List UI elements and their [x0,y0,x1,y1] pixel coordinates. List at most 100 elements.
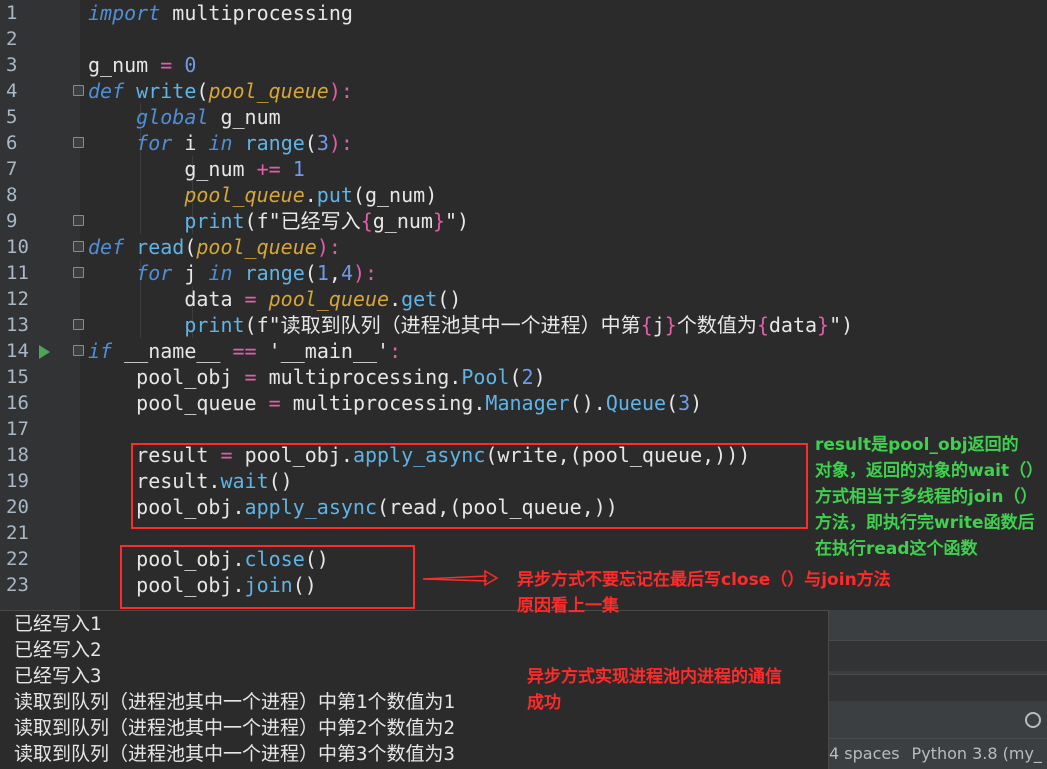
method: Queue [605,391,667,415]
punct: . [304,183,317,207]
line-number: 6 [6,132,18,154]
punct: ( [184,235,197,259]
punct: { [756,313,769,337]
punct: . [449,365,462,389]
annotation-note: 原因看上一集 [517,596,619,616]
punct: } [432,209,445,233]
line-number: 22 [6,548,29,570]
punct: . [389,287,402,311]
annotation-line: 方法，即执行完write函数后 [815,513,1035,533]
punct: ( [244,313,257,337]
console-line: 读取到队列（进程池其中一个进程）中第2个数值为2 [14,717,455,739]
code-line: g_num += 1 [88,156,305,182]
string: 个数值为 [676,313,757,337]
line-number: 13 [6,314,29,336]
keyword: in [208,131,233,155]
annotation-line: 方式相当于多线程的join（） [815,487,1038,507]
console-line: 读取到队列（进程池其中一个进程）中第3个数值为3 [14,743,455,765]
fold-icon[interactable] [73,85,84,96]
builtin: print [184,313,245,337]
operator: = [244,287,257,311]
line-number: 18 [6,444,29,466]
console-line: 已经写入3 [14,665,102,687]
fold-icon[interactable] [73,215,84,226]
parameter: pool_queue [184,183,305,207]
string: ") [829,313,854,337]
code-line: for i in range(3): [88,130,353,156]
interpreter-indicator[interactable]: Python 3.8 (my_ [912,744,1042,763]
keyword: for [136,261,173,285]
punct: () [569,391,594,415]
punct: () [437,287,462,311]
punct: ( [509,365,522,389]
punct: ): [352,261,378,285]
string: "已经写入 [268,209,361,233]
code-line: data = pool_queue.get() [88,286,461,312]
line-number: 2 [6,28,18,50]
punct: ): [328,131,353,155]
keyword: def [88,79,125,103]
search-icon[interactable] [1025,712,1041,728]
keyword: if [88,339,113,363]
builtin: print [184,209,245,233]
identifier: pool_obj [136,365,233,389]
punct: . [593,391,606,415]
line-number: 12 [6,288,29,310]
fold-icon[interactable] [73,137,84,148]
line-number: 15 [6,366,29,388]
punct: ): [328,79,353,103]
punct: ( [352,183,365,207]
operator: = [268,391,281,415]
string: '__main__' [268,339,390,363]
identifier: g_num [88,53,149,77]
line-number: 16 [6,392,29,414]
annotation-line: 在执行read这个函数 [815,539,978,559]
line-number: 3 [6,54,18,76]
number: 3 [678,391,691,415]
fold-icon[interactable] [73,319,84,330]
code-line: pool_obj = multiprocessing.Pool(2) [136,365,546,389]
keyword: in [208,261,233,285]
fold-icon[interactable] [73,267,84,278]
annotation-note: 异步方式不要忘记在最后写close（）与join方法 [517,570,891,590]
identifier: g_num [372,209,433,233]
code-line: import multiprocessing [88,0,353,26]
number: 2 [521,365,534,389]
punct: { [360,209,373,233]
fold-icon[interactable] [73,345,84,356]
line-number: 1 [6,2,18,24]
number: 1 [292,157,305,181]
line-number: 23 [6,574,29,596]
highlight-box [120,545,415,609]
identifier: pool_queue [136,391,257,415]
punct: ( [304,131,317,155]
operator: += [256,157,281,181]
fold-icon[interactable] [73,241,84,252]
punct: . [473,391,486,415]
indent-indicator[interactable]: 4 spaces [829,744,900,763]
code-line: pool_queue.put(g_num) [184,183,438,207]
line-number: 4 [6,80,18,102]
line-number: 14 [6,340,29,362]
code-line: for j in range(1,4): [88,260,377,286]
function-name: read [136,235,185,259]
keyword: for [136,131,173,155]
line-number: 7 [6,158,18,180]
identifier: g_num [220,105,281,129]
panel-bar [829,674,1047,701]
code-line: global g_num [88,104,281,130]
identifier: data [768,313,818,337]
console-line: 已经写入2 [14,639,102,661]
identifier: g_num [364,183,426,207]
run-icon[interactable] [39,345,50,359]
operator: = [244,365,257,389]
identifier: multiprocessing [268,365,450,389]
operator: == [232,339,257,363]
number: 0 [184,53,197,77]
keyword: global [136,105,209,129]
identifier: multiprocessing [172,1,353,25]
number: 4 [340,261,353,285]
method: Pool [461,365,510,389]
identifier: multiprocessing [292,391,474,415]
code-line: def read(pool_queue): [88,234,341,260]
